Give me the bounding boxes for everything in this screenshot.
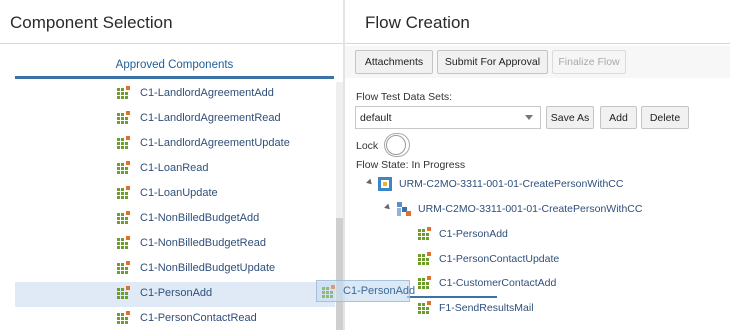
drag-ghost: C1-PersonAdd bbox=[316, 280, 415, 302]
attachments-button[interactable]: Attachments bbox=[355, 50, 433, 74]
component-icon bbox=[418, 300, 432, 315]
tree-node-label: URM-C2MO-3311-001-01-CreatePersonWithCC bbox=[399, 178, 624, 190]
component-selection-panel: Component Selection Approved Components … bbox=[0, 0, 343, 330]
expand-toggle-icon[interactable] bbox=[384, 203, 392, 212]
component-label: C1-NonBilledBudgetAdd bbox=[140, 212, 260, 224]
component-label: C1-NonBilledBudgetRead bbox=[140, 237, 266, 249]
component-list-item[interactable]: C1-NonBilledBudgetAdd bbox=[15, 207, 335, 232]
component-list-item[interactable]: C1-LandlordAgreementUpdate bbox=[15, 132, 335, 157]
component-icon bbox=[117, 211, 131, 225]
component-icon bbox=[322, 285, 336, 299]
component-label: C1-LoanUpdate bbox=[140, 187, 218, 199]
add-button[interactable]: Add bbox=[600, 106, 637, 129]
component-label: C1-LandlordAgreementUpdate bbox=[140, 137, 290, 149]
component-icon bbox=[418, 276, 432, 290]
component-label: C1-LoanRead bbox=[140, 162, 209, 174]
component-list: C1-LandlordAgreementAdd C1-LandlordAgreem… bbox=[15, 82, 335, 330]
tree-leaf-node[interactable]: C1-PersonContactUpdate bbox=[345, 249, 730, 271]
component-selection-title: Component Selection bbox=[10, 13, 173, 32]
lock-label: Lock bbox=[356, 140, 379, 152]
tree-node-label: F1-SendResultsMail bbox=[439, 301, 534, 314]
component-label: C1-PersonAdd bbox=[140, 287, 213, 299]
tab-approved-components-label: Approved Components bbox=[115, 59, 234, 71]
component-selection-header: Component Selection bbox=[0, 0, 343, 44]
save-as-button[interactable]: Save As bbox=[546, 106, 594, 129]
component-label: C1-NonBilledBudgetUpdate bbox=[140, 262, 276, 274]
flow-creation-header: Flow Creation bbox=[345, 0, 730, 44]
lock-toggle[interactable] bbox=[384, 133, 410, 157]
component-icon bbox=[117, 136, 131, 150]
component-label: C1-LandlordAgreementAdd bbox=[140, 87, 274, 99]
flow-test-data-sets-label: Flow Test Data Sets: bbox=[356, 91, 453, 103]
submit-for-approval-button[interactable]: Submit For Approval bbox=[437, 50, 548, 74]
component-icon bbox=[117, 261, 131, 275]
drop-indicator bbox=[407, 296, 497, 298]
delete-button[interactable]: Delete bbox=[641, 106, 689, 129]
flow-state-label: Flow State: In Progress bbox=[356, 159, 466, 171]
tree-node-label: C1-PersonContactUpdate bbox=[439, 252, 560, 265]
chevron-down-icon bbox=[525, 115, 533, 120]
data-set-select[interactable]: default bbox=[355, 106, 541, 129]
scrollbar-thumb[interactable] bbox=[336, 218, 343, 330]
tree-node-label: C1-CustomerContactAdd bbox=[439, 277, 557, 289]
component-icon bbox=[117, 86, 131, 100]
tree-node-label: URM-C2MO-3311-001-01-CreatePersonWithCC bbox=[418, 203, 643, 215]
tree-leaf-node[interactable]: C1-PersonAdd bbox=[345, 224, 730, 246]
flow-toolbar: Attachments Submit For Approval Finalize… bbox=[345, 46, 730, 78]
component-list-item[interactable]: C1-LandlordAgreementRead bbox=[15, 107, 335, 132]
component-icon bbox=[117, 161, 131, 175]
toggle-knob bbox=[386, 135, 406, 155]
drag-ghost-label: C1-PersonAdd bbox=[343, 285, 416, 297]
component-list-item[interactable]: C1-LoanUpdate bbox=[15, 182, 335, 207]
data-set-select-value: default bbox=[360, 112, 392, 124]
tree-child-node[interactable]: URM-C2MO-3311-001-01-CreatePersonWithCC bbox=[345, 199, 730, 221]
component-label: C1-PersonContactRead bbox=[140, 312, 257, 324]
component-icon bbox=[117, 286, 131, 300]
component-icon bbox=[117, 311, 131, 325]
component-list-item[interactable]: C1-PersonAdd bbox=[15, 282, 335, 307]
component-icon bbox=[418, 251, 432, 266]
tree-root-node[interactable]: URM-C2MO-3311-001-01-CreatePersonWithCC bbox=[345, 174, 730, 196]
component-icon bbox=[117, 111, 131, 125]
component-list-item[interactable]: C1-NonBilledBudgetUpdate bbox=[15, 257, 335, 282]
tree-node-label: C1-PersonAdd bbox=[439, 228, 508, 240]
process-icon bbox=[397, 202, 411, 216]
flow-icon bbox=[378, 177, 392, 191]
component-icon bbox=[117, 236, 131, 250]
component-list-item[interactable]: C1-PersonContactRead bbox=[15, 307, 335, 330]
flow-creation-title: Flow Creation bbox=[365, 13, 470, 32]
tab-approved-components[interactable]: Approved Components bbox=[15, 53, 334, 79]
component-icon bbox=[117, 186, 131, 200]
finalize-flow-button[interactable]: Finalize Flow bbox=[552, 50, 626, 74]
expand-toggle-icon[interactable] bbox=[366, 178, 374, 187]
component-label: C1-LandlordAgreementRead bbox=[140, 112, 281, 124]
component-list-item[interactable]: C1-NonBilledBudgetRead bbox=[15, 232, 335, 257]
component-list-item[interactable]: C1-LoanRead bbox=[15, 157, 335, 182]
component-list-item[interactable]: C1-LandlordAgreementAdd bbox=[15, 82, 335, 107]
component-icon bbox=[418, 227, 432, 241]
